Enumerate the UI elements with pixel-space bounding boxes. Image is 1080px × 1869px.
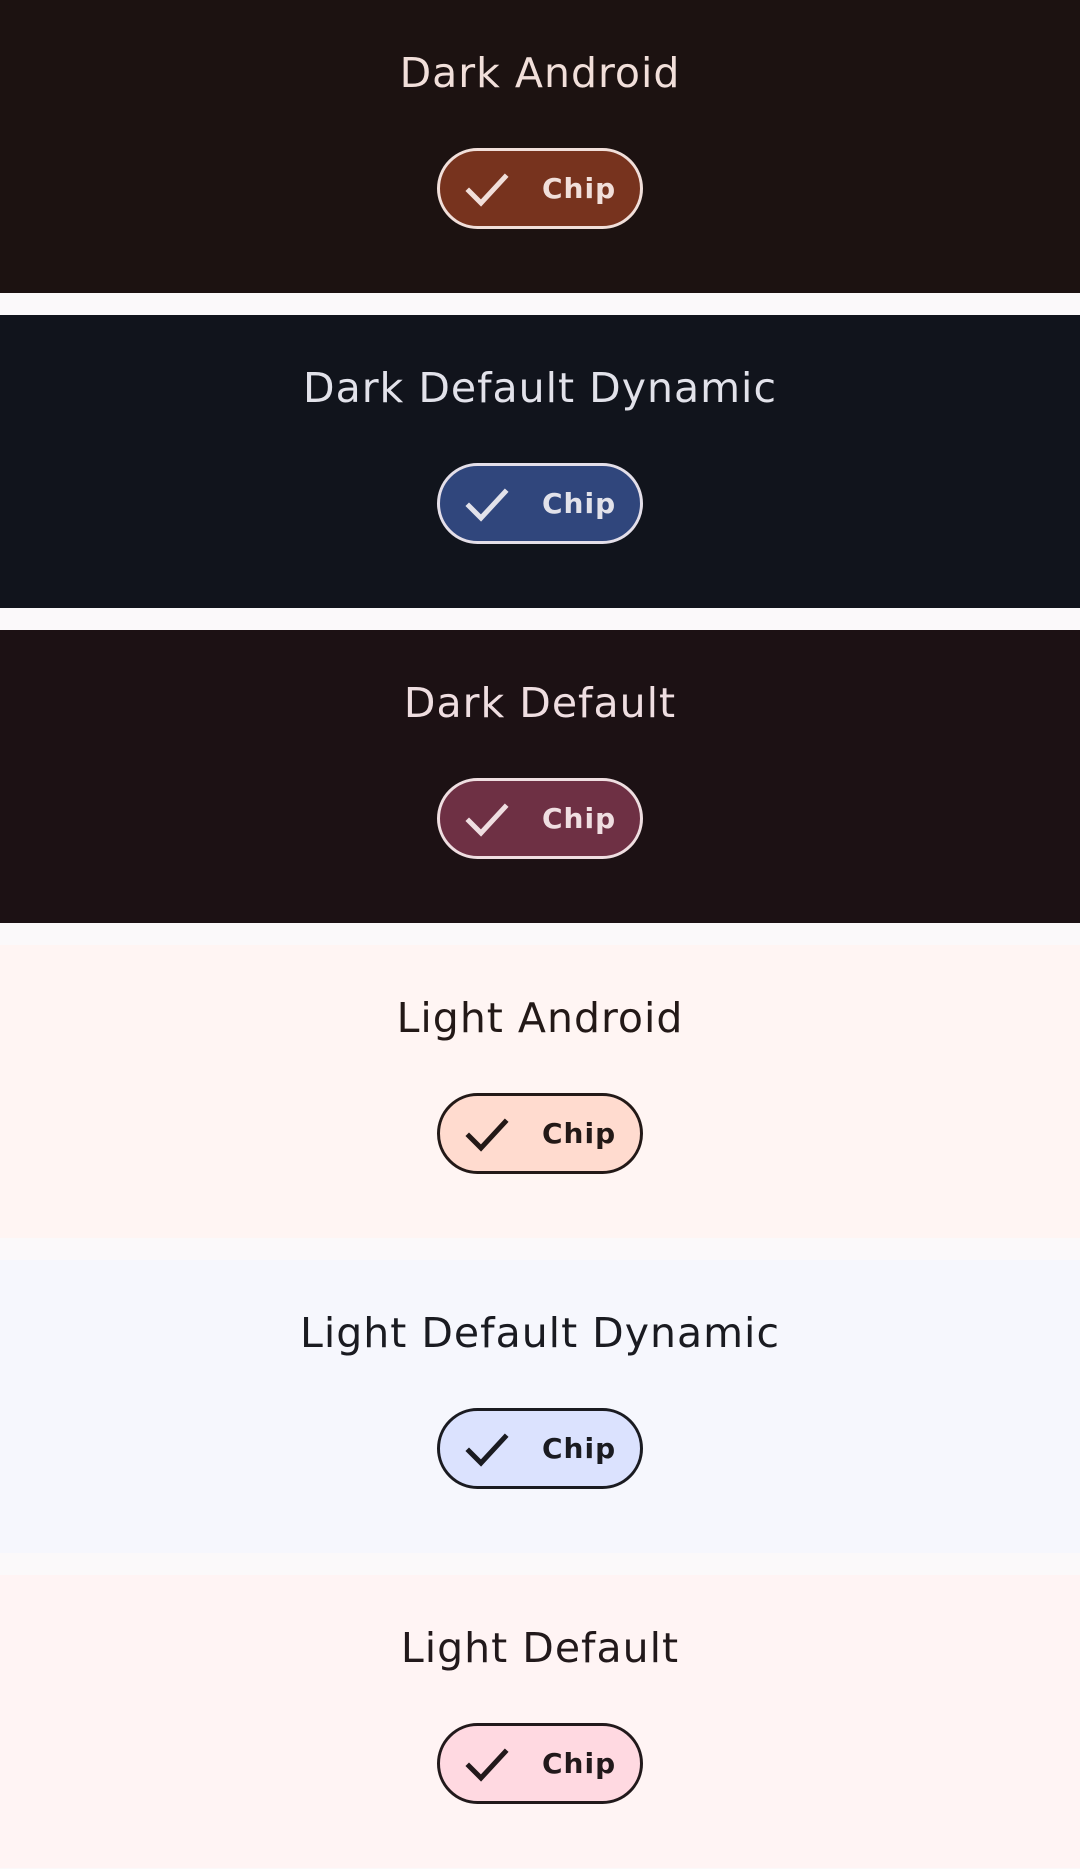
check-icon [465, 483, 509, 527]
theme-section-light-android: Light Android Chip [0, 945, 1080, 1238]
filter-chip[interactable]: Chip [437, 1723, 643, 1804]
theme-section-light-default-dynamic: Light Default Dynamic Chip [0, 1260, 1080, 1553]
section-title: Dark Default Dynamic [303, 364, 777, 412]
chip-label: Chip [542, 487, 617, 520]
filter-chip[interactable]: Chip [437, 463, 643, 544]
chip-label: Chip [542, 1432, 617, 1465]
check-icon [465, 1743, 509, 1787]
filter-chip[interactable]: Chip [437, 1093, 643, 1174]
chip-label: Chip [542, 802, 617, 835]
chip-label: Chip [542, 1117, 617, 1150]
section-title: Dark Default [403, 679, 677, 727]
filter-chip[interactable]: Chip [437, 778, 643, 859]
section-title: Light Default Dynamic [299, 1309, 780, 1357]
theme-section-dark-default-dynamic: Dark Default Dynamic Chip [0, 315, 1080, 608]
check-icon [465, 168, 509, 212]
check-icon [465, 1428, 509, 1472]
section-title: Light Default [400, 1624, 680, 1672]
check-icon [465, 798, 509, 842]
section-title: Dark Android [399, 49, 681, 97]
chip-label: Chip [542, 172, 617, 205]
check-icon [465, 1113, 509, 1157]
theme-section-light-default: Light Default Chip [0, 1575, 1080, 1868]
theme-section-dark-android: Dark Android Chip [0, 0, 1080, 293]
filter-chip[interactable]: Chip [437, 148, 643, 229]
theme-section-dark-default: Dark Default Chip [0, 630, 1080, 923]
filter-chip[interactable]: Chip [437, 1408, 643, 1489]
section-title: Light Android [396, 994, 684, 1042]
chip-label: Chip [542, 1747, 617, 1780]
